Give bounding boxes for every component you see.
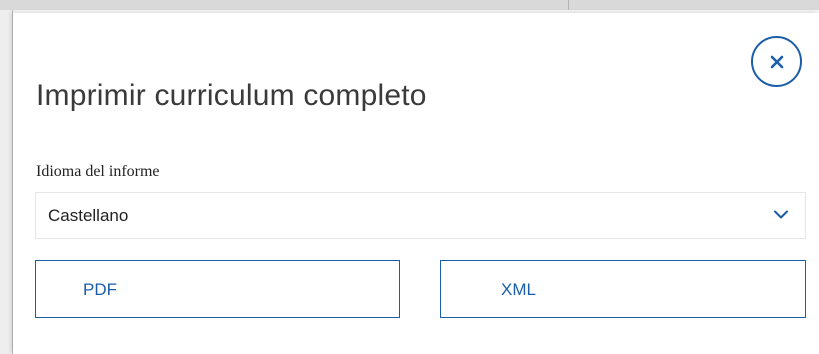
xml-button[interactable]: XML xyxy=(440,260,806,318)
chevron-down-icon xyxy=(774,210,788,219)
close-button[interactable] xyxy=(751,36,802,87)
print-cv-modal: Imprimir curriculum completo Idioma del … xyxy=(13,13,819,354)
xml-button-label: XML xyxy=(501,280,536,299)
background-topbar xyxy=(0,0,819,10)
pdf-button[interactable]: PDF xyxy=(35,260,400,318)
pdf-button-label: PDF xyxy=(83,280,117,299)
language-label: Idioma del informe xyxy=(36,163,160,180)
modal-title: Imprimir curriculum completo xyxy=(36,79,427,112)
background-left-edge xyxy=(0,10,13,354)
close-icon xyxy=(770,55,783,68)
background-divider xyxy=(568,0,569,10)
language-selected-value: Castellano xyxy=(48,206,129,225)
language-select[interactable]: Castellano xyxy=(35,192,806,239)
